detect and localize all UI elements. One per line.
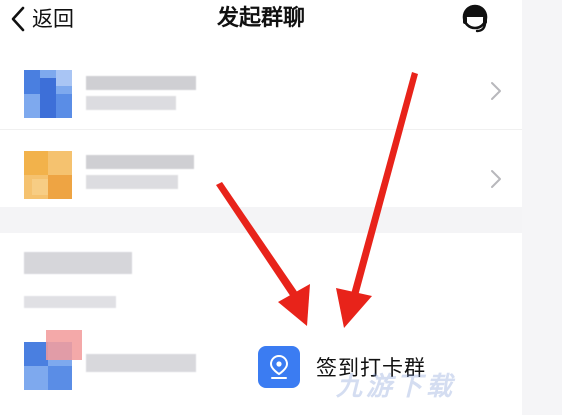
location-pin-icon	[269, 354, 289, 379]
group-type-avatar	[24, 330, 82, 390]
group-subtitle-redacted	[86, 96, 176, 110]
section-divider	[0, 207, 522, 233]
watermark: 九游下载	[336, 372, 457, 402]
group-list-item[interactable]	[0, 52, 522, 130]
group-name-redacted	[86, 155, 194, 169]
screen-edge	[522, 0, 562, 415]
page-title: 发起群聊	[216, 6, 305, 31]
group-name-redacted	[86, 76, 196, 90]
checkin-icon-tile	[258, 346, 300, 388]
group-avatar	[24, 70, 72, 118]
group-subtitle-redacted	[86, 175, 178, 189]
chevron-right-icon	[491, 82, 501, 100]
customer-service-icon[interactable]	[458, 2, 492, 36]
nav-header: 返回 发起群聊	[0, 0, 522, 46]
section-subtitle-redacted	[24, 296, 116, 308]
section-title-redacted	[24, 252, 132, 274]
group-type-label-redacted	[86, 354, 196, 372]
group-list-item[interactable]	[0, 131, 522, 207]
group-avatar	[24, 151, 72, 199]
chevron-right-icon	[491, 170, 501, 188]
